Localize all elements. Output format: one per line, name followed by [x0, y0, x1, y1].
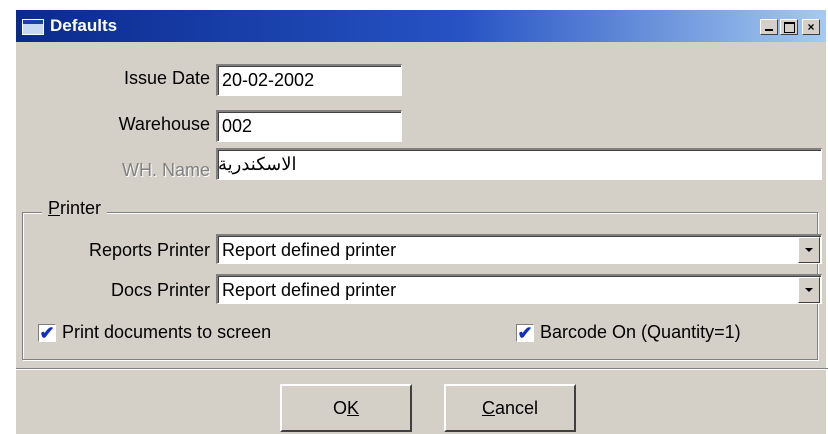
- chevron-down-icon[interactable]: [798, 277, 820, 303]
- print-to-screen-label[interactable]: Print documents to screen: [62, 322, 271, 343]
- printer-group-label: Printer: [42, 198, 108, 219]
- docs-printer-value: Report defined printer: [222, 280, 397, 300]
- docs-printer-label: Docs Printer: [110, 280, 210, 300]
- docs-printer-select[interactable]: Report defined printer: [216, 274, 822, 304]
- printer-hotkey: P: [48, 198, 61, 218]
- maximize-icon[interactable]: [780, 19, 798, 35]
- reports-printer-label: Reports Printer: [88, 240, 210, 260]
- defaults-dialog: Defaults × Issue Date 20-02-2002 Warehou…: [14, 8, 828, 434]
- warehouse-label: Warehouse: [118, 114, 210, 134]
- checkmark-icon: ✔: [39, 323, 55, 343]
- print-to-screen-checkbox[interactable]: ✔: [38, 324, 56, 342]
- minimize-icon[interactable]: [760, 19, 778, 35]
- window-title: Defaults: [50, 16, 118, 35]
- chevron-down-icon[interactable]: [798, 237, 820, 263]
- title-bar[interactable]: Defaults ×: [16, 10, 826, 42]
- ok-prefix: O: [332, 398, 347, 418]
- barcode-on-label[interactable]: Barcode On (Quantity=1): [540, 322, 741, 343]
- wh-name-field[interactable]: الاسكندرية: [216, 148, 822, 180]
- printer-label-rest: rinter: [60, 198, 102, 218]
- cancel-hotkey: C: [481, 398, 495, 418]
- wh-name-label: WH. Name: [121, 160, 210, 180]
- close-icon[interactable]: ×: [802, 19, 820, 35]
- checkmark-icon: ✔: [517, 323, 533, 343]
- ok-button[interactable]: OK: [280, 384, 412, 432]
- ok-hotkey: K: [347, 398, 360, 418]
- window-icon[interactable]: [22, 19, 44, 35]
- barcode-on-checkbox[interactable]: ✔: [516, 324, 534, 342]
- button-separator: [16, 368, 828, 370]
- wh-name-value: الاسكندرية: [218, 154, 297, 174]
- issue-date-label: Issue Date: [123, 68, 210, 88]
- cancel-button[interactable]: Cancel: [444, 384, 576, 432]
- warehouse-field[interactable]: 002: [216, 110, 402, 142]
- issue-date-field[interactable]: 20-02-2002: [216, 64, 402, 96]
- reports-printer-select[interactable]: Report defined printer: [216, 234, 822, 264]
- cancel-rest: ancel: [494, 398, 539, 418]
- reports-printer-value: Report defined printer: [222, 240, 397, 260]
